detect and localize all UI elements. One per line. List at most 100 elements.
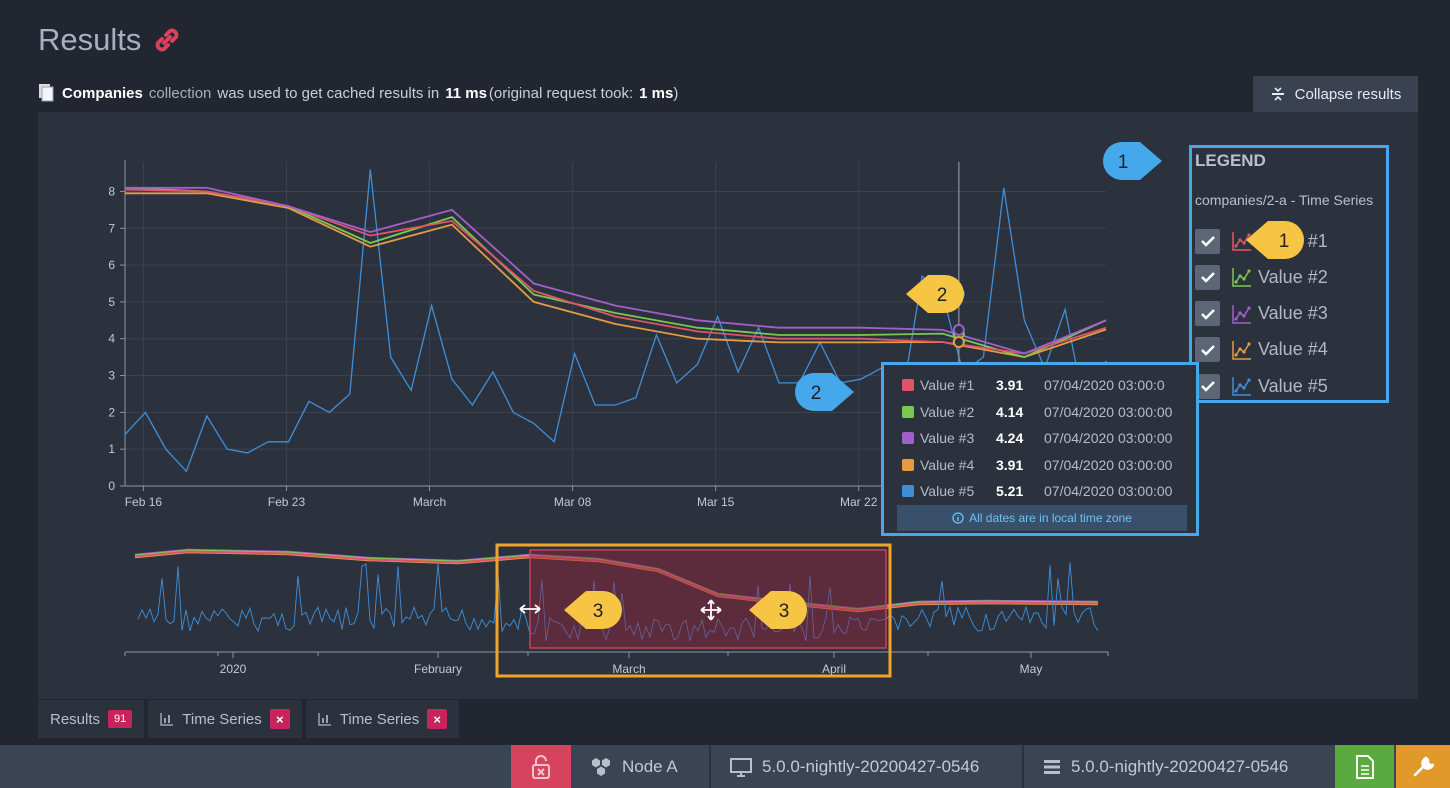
chart-icon (160, 713, 174, 726)
tooltip-series-value: 3.91 (996, 377, 1024, 393)
tab-time-series-2[interactable]: Time Series × (305, 700, 460, 738)
server-version-label: 5.0.0-nightly-20200427-0546 (1071, 756, 1289, 776)
tooltip-series-value: 4.14 (996, 403, 1024, 420)
tooltip-series-date: 07/04/2020 03:00:00 (1044, 483, 1173, 499)
docs-button[interactable] (1335, 745, 1394, 788)
legend-item-1[interactable]: Value #1 (1195, 226, 1328, 256)
tooltip-row: Value #5 5.21 07/04/2020 03:00:00 (902, 481, 1189, 501)
y-tick-label: 7 (108, 221, 115, 235)
hover-point-4 (952, 336, 965, 349)
tab-results[interactable]: Results 91 (38, 700, 145, 738)
settings-button[interactable] (1396, 745, 1450, 788)
collapse-results-button[interactable]: Collapse results (1253, 76, 1418, 112)
x-tick-label: Mar 15 (697, 495, 735, 509)
lock-status[interactable] (511, 745, 571, 788)
legend-title: LEGEND (1195, 151, 1266, 170)
hover-point-3 (952, 323, 965, 336)
legend-item-5[interactable]: Value #5 (1195, 371, 1328, 401)
legend-item-label: Value #1 (1258, 230, 1328, 251)
y-tick-label: 2 (108, 405, 115, 419)
tooltip-series-date: 07/04/2020 03:00:0 (1044, 377, 1165, 393)
overview-tick-label: 2020 (220, 662, 247, 676)
tooltip-series-name: Value #4 (920, 456, 975, 473)
tooltip-row: Value #1 3.91 07/04/2020 03:00:0 (902, 375, 1189, 395)
collection-name: Companies (62, 84, 143, 102)
documents-icon (39, 84, 54, 102)
overview-brush-selection (529, 549, 887, 649)
series-swatch-icon (902, 379, 914, 391)
overview-tick-label: March (612, 662, 645, 676)
tab-results-label: Results (50, 710, 101, 728)
y-tick-label: 6 (108, 258, 115, 272)
y-tick-label: 3 (108, 369, 115, 383)
tooltip-series-name: Value #2 (920, 403, 975, 420)
check-icon (1200, 236, 1215, 247)
page-title: Results (38, 22, 183, 58)
tooltip-note-text: All dates are in local time zone (969, 511, 1132, 525)
x-tick-label: Mar 08 (554, 495, 592, 509)
document-icon (1355, 754, 1374, 779)
line-chart-icon (1232, 268, 1251, 288)
overview-tick-label: April (822, 662, 846, 676)
client-version-label: 5.0.0-nightly-20200427-0546 (762, 756, 980, 776)
tooltip-series-name: Value #5 (920, 483, 975, 499)
tooltip-series-name: Value #1 (920, 377, 975, 393)
info-icon (952, 512, 964, 524)
x-tick-label: Feb 16 (125, 495, 163, 509)
tooltip-series-date: 07/04/2020 03:00:00 (1044, 430, 1173, 446)
legend-checkbox[interactable] (1195, 301, 1220, 327)
legend-item-4[interactable]: Value #4 (1195, 335, 1328, 365)
overview-tick-label: May (1020, 662, 1043, 676)
y-tick-label: 8 (108, 184, 115, 198)
check-icon (1200, 345, 1215, 356)
info-text-close: ) (673, 84, 679, 102)
tooltip-series-value: 4.24 (996, 430, 1024, 446)
overview-chart: 2020 February March April May (124, 543, 1109, 678)
wrench-icon (1413, 756, 1434, 776)
cluster-icon (592, 757, 610, 776)
legend-checkbox[interactable] (1195, 264, 1220, 290)
legend-checkbox[interactable] (1195, 337, 1220, 363)
tab-time-series-1[interactable]: Time Series × (148, 700, 302, 738)
tooltip-series-date: 07/04/2020 03:00:00 (1044, 403, 1173, 420)
close-tab-2-button[interactable]: × (427, 709, 448, 729)
check-icon (1200, 381, 1215, 392)
x-tick-label: Feb 23 (268, 495, 306, 509)
cached-time: 11 ms (445, 84, 487, 102)
node-label: Node A (622, 756, 678, 776)
x-tick-label: Mar 22 (840, 495, 878, 509)
close-tab-1-button[interactable]: × (269, 709, 290, 729)
link-icon[interactable] (151, 24, 183, 56)
tab-time-series-1-label: Time Series (182, 710, 262, 728)
original-time: 1 ms (639, 84, 674, 102)
line-chart-icon (1232, 377, 1251, 396)
overview-tick-label: February (414, 662, 462, 676)
check-icon (1200, 308, 1215, 320)
line-chart-icon (1232, 340, 1251, 360)
page: { "header": { "title": "Results", "info_… (0, 0, 1450, 788)
server-version[interactable]: 5.0.0-nightly-20200427-0546 (1043, 745, 1288, 788)
results-tabs: Results 91 Time Series × Time Series × (38, 700, 460, 738)
cluster-node[interactable]: Node A (590, 745, 678, 788)
info-text-original: (original request took: (488, 84, 634, 102)
tooltip-row: Value #2 4.14 07/04/2020 03:00:00 (902, 402, 1189, 422)
line-chart-icon (1232, 304, 1251, 324)
tab-time-series-2-label: Time Series (339, 710, 420, 728)
line-chart-icon (1232, 232, 1251, 251)
client-version[interactable]: 5.0.0-nightly-20200427-0546 (730, 745, 979, 788)
results-count-badge: 91 (108, 710, 133, 728)
tooltip-series-value: 5.21 (996, 483, 1024, 499)
series-swatch-icon (902, 458, 914, 471)
x-tick-label: March (413, 495, 446, 509)
monitor-icon (730, 757, 752, 777)
tooltip-series-value: 3.91 (996, 456, 1024, 473)
y-tick-label: 5 (108, 295, 115, 309)
legend-item-2[interactable]: Value #2 (1195, 262, 1328, 292)
chart-icon (318, 713, 331, 726)
y-tick-label: 0 (108, 479, 115, 493)
legend-checkbox[interactable] (1195, 228, 1220, 254)
legend-item-label: Value #5 (1258, 375, 1328, 396)
check-icon (1200, 272, 1215, 284)
hover-point-5 (952, 288, 965, 301)
legend-item-3[interactable]: Value #3 (1195, 299, 1328, 329)
